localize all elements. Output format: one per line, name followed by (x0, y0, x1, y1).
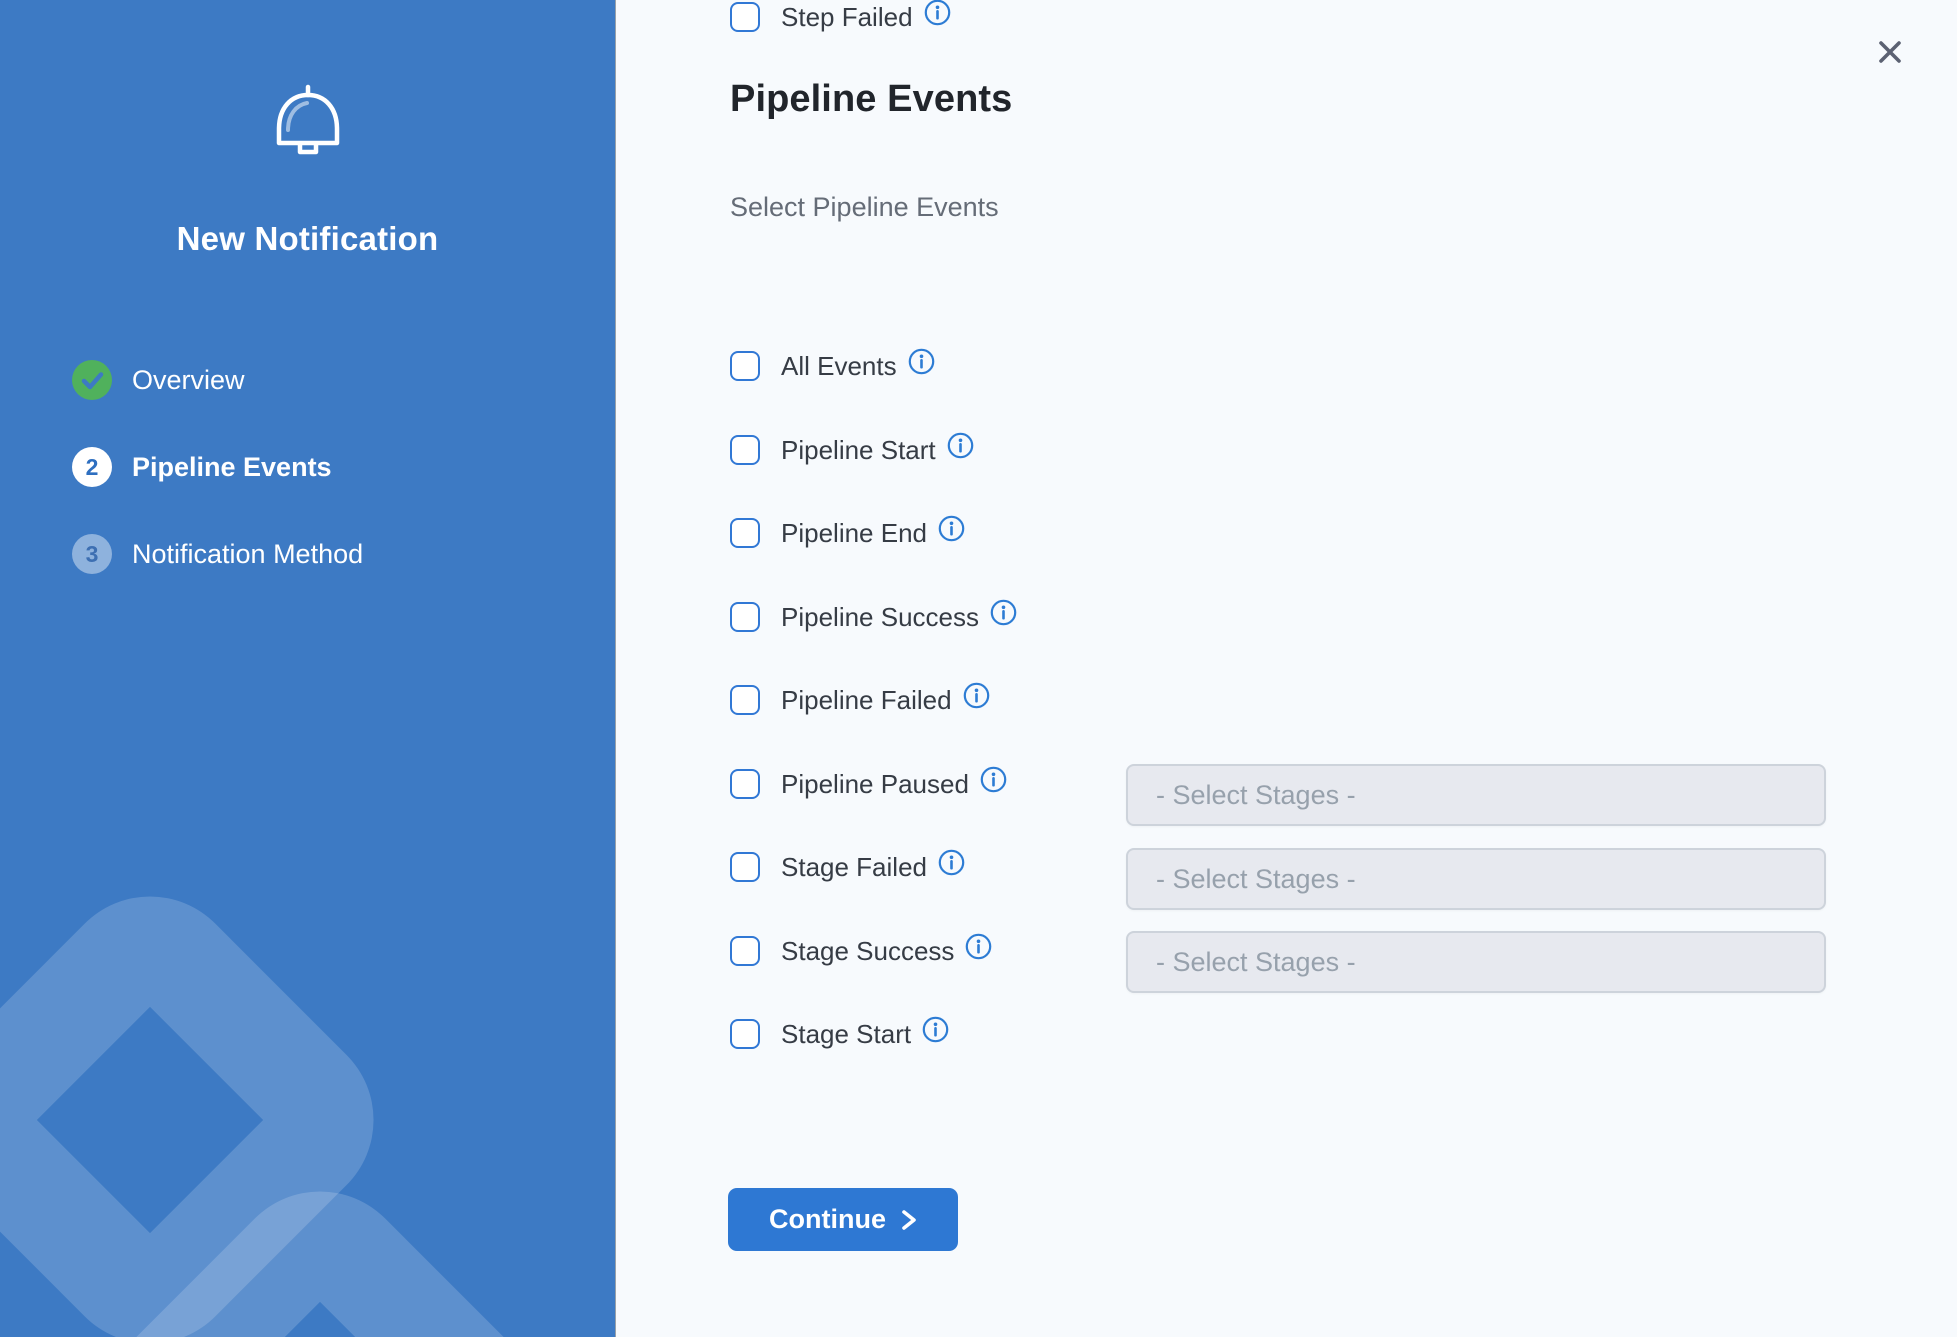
event-row-pipeline-failed: Pipeline Failed (730, 683, 990, 717)
step-overview[interactable]: Overview (72, 360, 363, 400)
step-notification-method[interactable]: 3 Notification Method (72, 534, 363, 574)
page-title: Pipeline Events (730, 78, 1012, 121)
section-subtitle: Select Pipeline Events (730, 192, 999, 223)
info-icon[interactable] (990, 599, 1017, 626)
step-label: Notification Method (132, 539, 363, 570)
select-stages-dropdown-stage-start[interactable]: - Select Stages - (1126, 931, 1826, 993)
wizard-sidebar: New Notification Overview 2 Pipeline Eve… (0, 0, 616, 1337)
checkbox-stage-start[interactable] (730, 1019, 760, 1049)
event-row-pipeline-start: Pipeline Start (730, 433, 974, 467)
info-icon[interactable] (938, 849, 965, 876)
event-label: Stage Success (781, 936, 954, 967)
close-icon (1874, 36, 1906, 68)
select-stages-dropdown-stage-failed[interactable]: - Select Stages - (1126, 764, 1826, 826)
checkbox-pipeline-start[interactable] (730, 435, 760, 465)
event-row-pipeline-success: Pipeline Success (730, 600, 1017, 634)
checkbox-step-failed[interactable] (730, 2, 760, 32)
event-label: Pipeline End (781, 518, 927, 549)
info-icon[interactable] (922, 1016, 949, 1043)
info-icon[interactable] (980, 766, 1007, 793)
event-label: All Events (781, 351, 897, 382)
pipeline-events-panel: Pipeline Events Select Pipeline Events A… (616, 0, 1957, 1337)
select-placeholder: - Select Stages - (1156, 780, 1356, 811)
chevron-right-icon (901, 1208, 917, 1232)
info-icon[interactable] (963, 682, 990, 709)
checkbox-all-events[interactable] (730, 351, 760, 381)
info-icon[interactable] (908, 348, 935, 375)
event-label: Stage Failed (781, 852, 927, 883)
info-icon[interactable] (938, 515, 965, 542)
event-row-pipeline-end: Pipeline End (730, 516, 965, 550)
step-complete-check-icon (72, 360, 112, 400)
bell-icon (269, 84, 347, 166)
event-label: Step Failed (781, 2, 913, 33)
select-stages-dropdown-stage-success[interactable]: - Select Stages - (1126, 848, 1826, 910)
info-icon[interactable] (965, 933, 992, 960)
step-label: Overview (132, 365, 245, 396)
new-notification-modal: New Notification Overview 2 Pipeline Eve… (0, 0, 1957, 1337)
wizard-steps: Overview 2 Pipeline Events 3 Notificatio… (72, 360, 363, 621)
continue-button[interactable]: Continue (728, 1188, 958, 1251)
info-icon[interactable] (924, 0, 951, 26)
checkbox-pipeline-failed[interactable] (730, 685, 760, 715)
event-label: Pipeline Start (781, 435, 936, 466)
select-placeholder: - Select Stages - (1156, 947, 1356, 978)
close-button[interactable] (1868, 30, 1912, 74)
wizard-title: New Notification (0, 220, 615, 258)
select-placeholder: - Select Stages - (1156, 864, 1356, 895)
event-row-stage-start: Stage Start (730, 1017, 949, 1051)
event-row-stage-failed: Stage Failed (730, 850, 965, 884)
event-label: Stage Start (781, 1019, 911, 1050)
checkbox-pipeline-paused[interactable] (730, 769, 760, 799)
event-row-pipeline-paused: Pipeline Paused (730, 767, 1007, 801)
step-number-badge: 2 (72, 447, 112, 487)
info-icon[interactable] (947, 432, 974, 459)
event-row-step-failed: Step Failed (730, 0, 951, 34)
checkbox-stage-success[interactable] (730, 936, 760, 966)
checkbox-pipeline-success[interactable] (730, 602, 760, 632)
step-pipeline-events[interactable]: 2 Pipeline Events (72, 447, 363, 487)
event-label: Pipeline Success (781, 602, 979, 633)
event-row-stage-success: Stage Success (730, 934, 992, 968)
step-number-badge: 3 (72, 534, 112, 574)
step-label: Pipeline Events (132, 452, 332, 483)
event-label: Pipeline Paused (781, 769, 969, 800)
event-label: Pipeline Failed (781, 685, 952, 716)
checkbox-stage-failed[interactable] (730, 852, 760, 882)
checkbox-pipeline-end[interactable] (730, 518, 760, 548)
continue-label: Continue (769, 1204, 886, 1235)
event-row-all-events: All Events (730, 349, 935, 383)
